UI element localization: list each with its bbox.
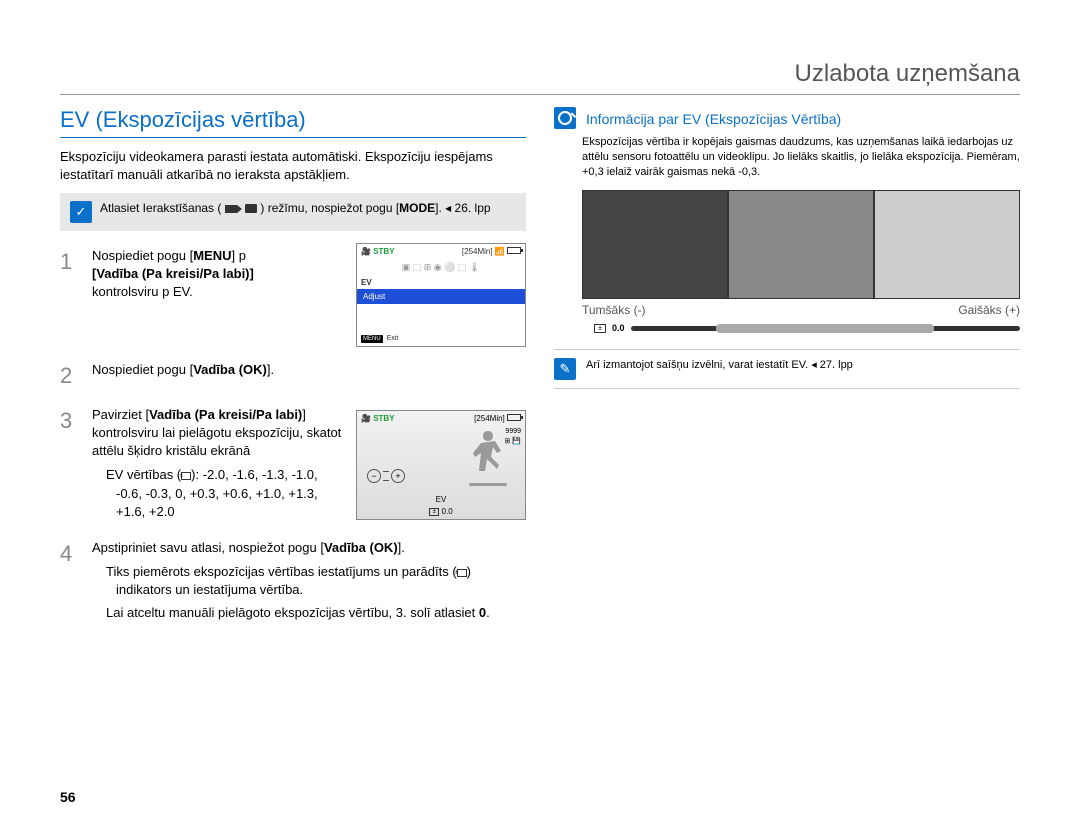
- section-title: EV (Ekspozīcijas vērtība): [60, 107, 526, 138]
- lcd-screen-adjust: 🎥 STBY [254Min] 9999 ⊞ 💾: [356, 410, 526, 520]
- gradient-mid-box: [728, 190, 874, 300]
- check-icon: ✓: [70, 201, 92, 223]
- step-1-text: Nospiediet pogu [MENU] p [Vadība (Pa kre…: [92, 247, 346, 302]
- right-title: Informācija par EV (Ekspozīcijas Vērtība…: [586, 111, 841, 127]
- steps-list: 1 Nospiediet pogu [MENU] p [Vadība (Pa k…: [60, 247, 526, 626]
- gradient-labels: Tumšāks (-) Gaišāks (+): [554, 303, 1020, 317]
- step-4: 4 Apstipriniet savu atlasi, nospiežot po…: [60, 539, 526, 626]
- plus-minus-control: − +: [367, 469, 405, 483]
- brighter-label: Gaišāks (+): [958, 303, 1020, 317]
- darker-label: Tumšāks (-): [582, 303, 646, 317]
- step-number: 3: [60, 406, 78, 525]
- step-4-bullet-2: Lai atceltu manuāli pielāgoto ekspozīcij…: [106, 604, 526, 622]
- ev-slider-value: 0.0: [612, 323, 625, 333]
- step-3-text: Pavirziet [Vadība (Pa kreisi/Pa labi)] k…: [92, 406, 346, 525]
- step-number: 2: [60, 361, 78, 392]
- step-3: 3 Pavirziet [Vadība (Pa kreisi/Pa labi)]…: [60, 406, 526, 525]
- step-number: 4: [60, 539, 78, 626]
- shortcut-callout-text: Arī izmantojot saīšņu izvēlni, varat ies…: [586, 358, 853, 371]
- step-4-text: Apstipriniet savu atlasi, nospiežot pogu…: [92, 539, 526, 626]
- magnifier-icon: [554, 107, 576, 129]
- page-number: 56: [60, 789, 76, 805]
- plus-icon: +: [391, 469, 405, 483]
- gradient-dark-box: [582, 190, 728, 300]
- lcd-screen-menu: 🎥 STBY [254Min] 📶 ▣ ⬚ ⊞ ◉ ⚪ ⬚ 🌡 EV Adjus…: [356, 243, 526, 347]
- skater-silhouette: [463, 429, 513, 489]
- slider-track: [631, 326, 1020, 331]
- ev-square-icon: ±: [594, 324, 606, 333]
- page-header: Uzlabota uzņemšana: [60, 60, 1020, 95]
- note-icon: ✎: [554, 358, 576, 380]
- gradient-light-box: [874, 190, 1020, 300]
- video-icon: [225, 201, 242, 215]
- shortcut-callout: ✎ Arī izmantojot saīšņu izvēlni, varat i…: [554, 349, 1020, 389]
- step-1: 1 Nospiediet pogu [MENU] p [Vadība (Pa k…: [60, 247, 526, 347]
- step-2: 2 Nospiediet pogu [Vadība (OK)].: [60, 361, 526, 392]
- right-intro: Ekspozīcijas vērtība ir kopējais gaismas…: [554, 135, 1020, 180]
- left-column: EV (Ekspozīcijas vērtība) Ekspozīciju vi…: [60, 107, 526, 640]
- camera-icon: [245, 201, 257, 215]
- ev-values-bullet: EV vērtības (±): -2.0, -1.6, -1.3, -1.0,…: [106, 466, 346, 521]
- intro-text: Ekspozīciju videokamera parasti iestata …: [60, 148, 526, 183]
- ev-square-icon: ±: [457, 569, 467, 577]
- step-2-text: Nospiediet pogu [Vadība (OK)].: [92, 361, 526, 392]
- step-number: 1: [60, 247, 78, 347]
- right-column: Informācija par EV (Ekspozīcijas Vērtība…: [554, 107, 1020, 640]
- ev-slider: ± 0.0: [594, 323, 1020, 333]
- ev-square-icon: ±: [181, 472, 191, 480]
- minus-icon: −: [367, 469, 381, 483]
- step-4-bullet-1: Tiks piemērots ekspozīcijas vērtības ies…: [106, 563, 526, 599]
- exposure-gradient: [582, 190, 1020, 300]
- mode-callout: ✓ Atlasiet Ierakstīšanas ( ) režīmu, nos…: [60, 193, 526, 231]
- mode-callout-text: Atlasiet Ierakstīšanas ( ) režīmu, nospi…: [100, 201, 491, 215]
